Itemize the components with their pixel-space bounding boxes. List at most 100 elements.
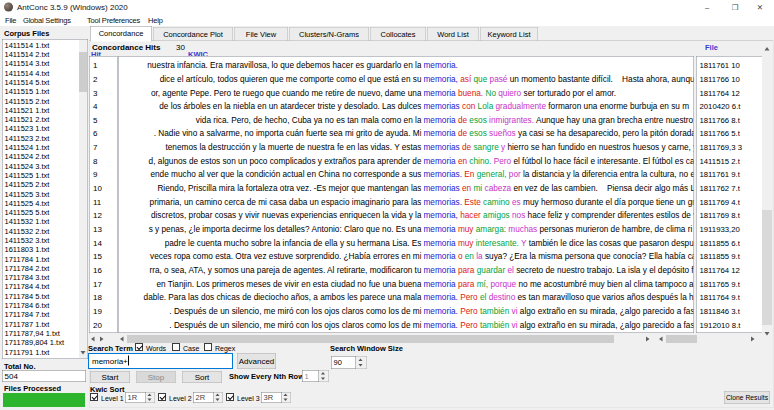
spin-down-icon[interactable] [321, 378, 325, 381]
file-name[interactable]: 1811855 9.t [697, 250, 772, 264]
corpus-scrollbar-thumb[interactable] [79, 52, 87, 92]
kwic-keyword[interactable]: memoria, [424, 74, 458, 83]
kwic-row[interactable]: discretos, probar cosas y vivir nuevas e… [119, 209, 694, 223]
kwic-row[interactable]: dable. Para las dos chicas de dieciocho … [119, 291, 694, 305]
file-name[interactable]: 1912010 8.t [697, 318, 772, 332]
kwic-row[interactable]: . Después de un silencio, me miró con lo… [119, 318, 694, 332]
corpus-file-item[interactable]: 1411524 3.txt [3, 161, 88, 170]
menu-file[interactable]: File [5, 16, 16, 25]
corpus-file-item[interactable]: 1711791 1.txt [3, 347, 88, 356]
corpus-file-item[interactable]: 1411532 1.txt [3, 217, 88, 226]
file-scroll-left-icon[interactable] [659, 337, 663, 342]
corpus-file-item[interactable]: 1711784 6.txt [3, 301, 88, 310]
kwic-keyword[interactable]: memoria, [424, 211, 458, 220]
kwic-row[interactable]: s y penas, ¿le importa decirme los detal… [119, 222, 694, 236]
kwic-row[interactable]: . Después de un silencio, me miró con lo… [119, 304, 694, 318]
kwic-row[interactable]: or, agente Pepe. Pero te ruego que cuand… [119, 86, 694, 100]
file-name[interactable]: 2010420 6.t [697, 99, 772, 113]
file-name[interactable]: 1811766 10 [697, 72, 772, 86]
kwic-row[interactable]: nuestra infancia. Era maravillosa, lo qu… [119, 59, 694, 73]
file-name[interactable]: 1411515 2.t [697, 154, 772, 168]
corpus-file-item[interactable]: 1411532 2.txt [3, 226, 88, 235]
clone-results-button[interactable]: Clone Results [724, 391, 770, 404]
kwic-keyword[interactable]: memoria. [424, 306, 458, 315]
close-button[interactable]: ✕ [751, 2, 769, 12]
file-name[interactable]: 1811764 12 [697, 86, 772, 100]
kwic-keyword[interactable]: memoria. [424, 293, 458, 302]
corpus-file-item[interactable]: 1411521 2.txt [3, 115, 88, 124]
stop-button[interactable]: Stop [136, 371, 176, 383]
file-name[interactable]: 1811762 7.t [697, 181, 772, 195]
kwic-row[interactable]: padre le cuenta mucho sobre la infancia … [119, 236, 694, 250]
kwic-row[interactable]: Riendo, Priscilla mira la fortaleza otra… [119, 181, 694, 195]
scroll-up-icon[interactable] [765, 47, 770, 51]
file-hscrollbar-thumb[interactable] [666, 335, 697, 343]
tab-word-list[interactable]: Word List [427, 27, 479, 41]
kwic-keyword[interactable]: memoria [424, 238, 456, 247]
nth-row-value[interactable]: 1 [302, 370, 319, 382]
kwic-scroll-right-icon[interactable] [646, 337, 650, 342]
file-name[interactable]: 1811766 5.t [697, 127, 772, 141]
corpus-file-item[interactable]: 1411523 1.txt [3, 124, 88, 133]
advanced-button[interactable]: Advanced [237, 353, 276, 369]
file-name[interactable]: 1811855 6.t [697, 236, 772, 250]
kwic-row[interactable]: tenemos la destrucción y la muerte de nu… [119, 140, 694, 154]
corpus-file-item[interactable]: 1411521 1.txt [3, 106, 88, 115]
kwic-row[interactable]: rra, o sea, ATA, y somos una pareja de a… [119, 263, 694, 277]
minimize-button[interactable]: – [698, 2, 716, 12]
corpus-file-item[interactable]: 1411532 3.txt [3, 236, 88, 245]
tab-clusters-n-grams[interactable]: Clusters/N-Grams [289, 27, 369, 41]
kwic-keyword[interactable]: memoria [424, 279, 456, 288]
words-checkbox[interactable] [135, 343, 143, 351]
corpus-file-item[interactable]: 1411514 4.txt [3, 68, 88, 77]
kwic-keyword[interactable]: memoria [424, 156, 456, 165]
level-1-checkbox[interactable] [90, 393, 98, 401]
spin-up-icon[interactable] [359, 359, 363, 362]
file-scroll-right-icon[interactable] [751, 337, 755, 342]
corpus-file-item[interactable]: 1711784 2.txt [3, 264, 88, 273]
regex-checkbox[interactable] [204, 343, 212, 351]
kwic-keyword[interactable]: memorias [424, 183, 460, 192]
corpus-file-item[interactable]: 1411525 3.txt [3, 189, 88, 198]
file-name[interactable]: 1811769 4.t [697, 195, 772, 209]
sort-button[interactable]: Sort [182, 371, 222, 383]
kwic-keyword[interactable]: memoria. [424, 320, 458, 329]
file-name[interactable]: 1811769,3 3 [697, 140, 772, 154]
corpus-file-item[interactable]: 1711784 1.txt [3, 254, 88, 263]
kwic-row[interactable]: de los árboles en la niebla en un atarde… [119, 99, 694, 113]
kwic-scroll-left-icon[interactable] [120, 337, 124, 342]
corpus-file-item[interactable]: 1411514 5.txt [3, 78, 88, 87]
corpus-file-item[interactable]: 1611803 1.txt [3, 245, 88, 254]
spin-up-icon[interactable] [321, 372, 325, 375]
corpus-file-item[interactable]: 1711784 3.txt [3, 273, 88, 282]
menu-tool-preferences[interactable]: Tool Preferences [87, 16, 140, 25]
file-name[interactable]: 1811766 8.t [697, 113, 772, 127]
kwic-row[interactable]: d, algunos de estos son un poco complica… [119, 154, 694, 168]
menu-global-settings[interactable]: Global Settings [23, 16, 71, 25]
kwic-row[interactable]: veces ropa como esta. Otra vez estuve so… [119, 250, 694, 264]
spin-down-icon[interactable] [359, 364, 363, 367]
kwic-keyword[interactable]: memoria [424, 252, 456, 261]
kwic-row[interactable]: . Nadie vino a salvarme, no importa cuán… [119, 127, 694, 141]
level-2-spinner[interactable] [214, 392, 223, 403]
case-checkbox[interactable] [172, 343, 180, 351]
tab-collocates[interactable]: Collocates [370, 27, 426, 41]
corpus-file-item[interactable]: 1711784 4.txt [3, 282, 88, 291]
file-name[interactable]: 1811769 8.t [697, 209, 772, 223]
corpus-file-item[interactable]: 1411524 2.txt [3, 152, 88, 161]
kwic-keyword[interactable]: memoria [424, 265, 456, 274]
hit-scroll-right-icon[interactable] [100, 337, 104, 342]
corpus-file-item[interactable]: 1411523 2.txt [3, 133, 88, 142]
level-1-value[interactable]: 1R [125, 392, 146, 403]
corpus-file-item[interactable]: 1711789,804 1.txt [3, 338, 88, 347]
menu-help[interactable]: Help [148, 16, 163, 25]
tab-concordance-plot[interactable]: Concordance Plot [153, 27, 233, 41]
file-name[interactable]: 1811761 10 [697, 59, 772, 73]
file-name[interactable]: 1811764 12 [697, 263, 772, 277]
search-window-size-spinner[interactable] [356, 356, 367, 369]
corpus-file-item[interactable]: 1411515 1.txt [3, 87, 88, 96]
kwic-keyword[interactable]: memoria [424, 129, 456, 138]
search-window-size-value[interactable]: 90 [331, 356, 356, 369]
file-name[interactable]: 1811761 9.t [697, 168, 772, 182]
kwic-keyword[interactable]: memorias [424, 142, 460, 151]
